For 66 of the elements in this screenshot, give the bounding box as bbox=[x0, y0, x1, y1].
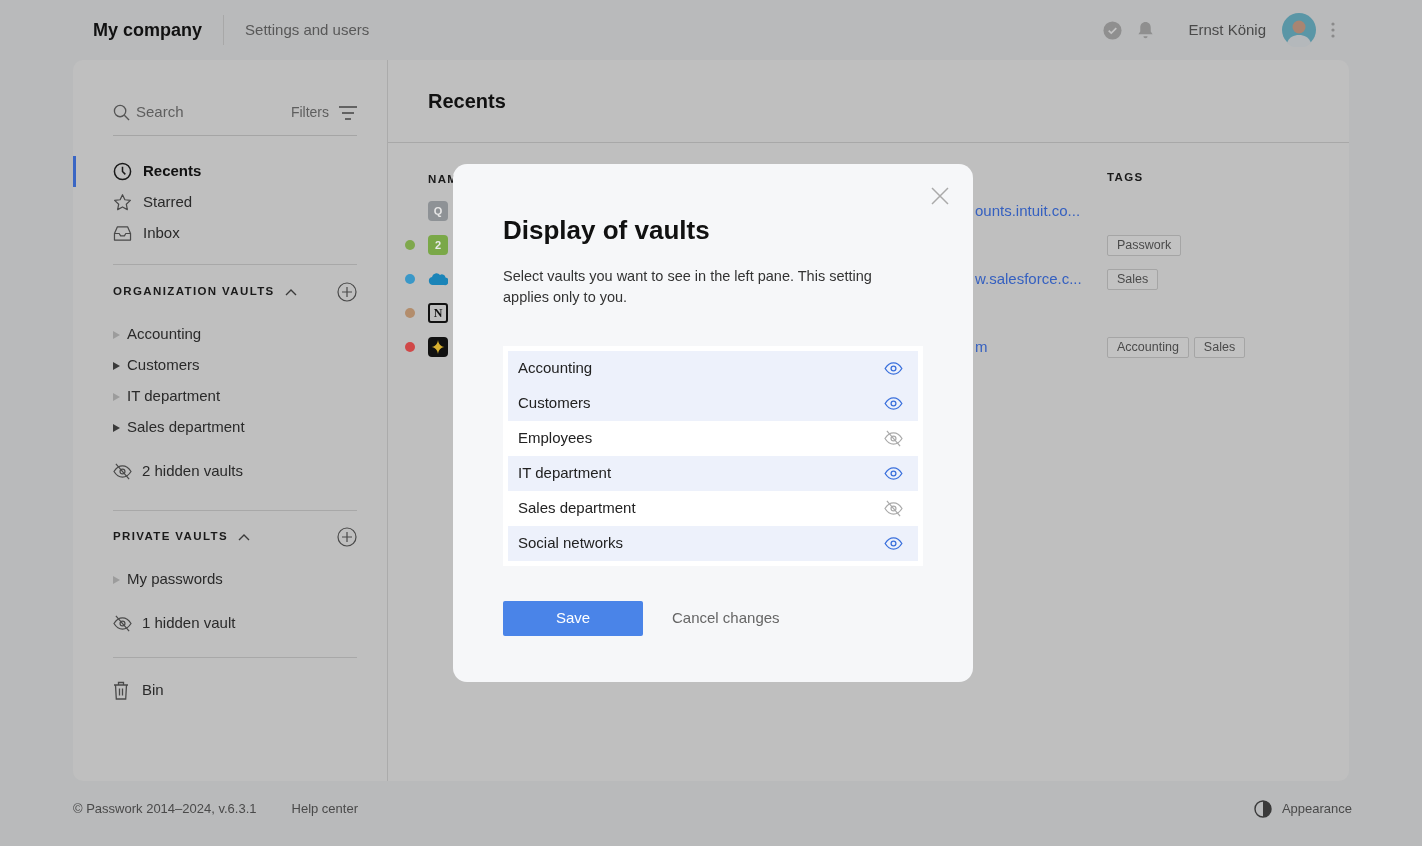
nav-item[interactable]: Inbox bbox=[73, 218, 357, 249]
app-icon: 2 bbox=[428, 235, 448, 255]
filters-button[interactable]: Filters bbox=[290, 102, 357, 123]
eye-icon[interactable] bbox=[884, 362, 903, 375]
user-name[interactable]: Ernst König bbox=[1188, 18, 1266, 42]
section-heading: PRIVATE VAULTS bbox=[113, 529, 228, 545]
chevron-up-icon[interactable] bbox=[284, 288, 297, 296]
vault-row[interactable]: Social networks bbox=[508, 526, 918, 561]
filter-icon bbox=[339, 105, 357, 120]
column-header: TAGS bbox=[1107, 170, 1144, 186]
tag[interactable]: Passwork bbox=[1107, 234, 1182, 256]
nav-item[interactable]: Recents bbox=[73, 156, 357, 187]
vault-item[interactable]: Accounting bbox=[113, 319, 357, 350]
app-icon: N bbox=[428, 303, 448, 323]
hidden-eye-icon[interactable] bbox=[113, 615, 132, 632]
expand-arrow-icon bbox=[113, 361, 120, 370]
vault-row[interactable]: Customers bbox=[508, 386, 918, 421]
dialog-description: Select vaults you want to see in the left pane. This setting applies only to you. bbox=[503, 267, 873, 307]
sparkle-icon bbox=[428, 337, 448, 357]
inbox-icon bbox=[113, 225, 132, 242]
add-icon[interactable] bbox=[337, 527, 357, 547]
expand-arrow-icon bbox=[113, 392, 120, 401]
add-icon[interactable] bbox=[337, 282, 357, 302]
vault-row[interactable]: Accounting bbox=[508, 351, 918, 386]
help-link[interactable]: Help center bbox=[291, 799, 358, 819]
trash-icon bbox=[113, 681, 129, 700]
save-button[interactable]: Save bbox=[503, 601, 643, 636]
hidden-vaults-link[interactable]: 1 hidden vault bbox=[113, 608, 357, 639]
eye-icon[interactable] bbox=[884, 397, 903, 410]
appearance-button[interactable]: Appearance bbox=[1253, 799, 1352, 819]
vault-item[interactable]: IT department bbox=[113, 381, 357, 412]
vault-item[interactable]: Customers bbox=[113, 350, 357, 381]
star-icon bbox=[113, 193, 132, 212]
tag[interactable]: Sales bbox=[1193, 336, 1246, 358]
vault-item[interactable]: Sales department bbox=[113, 412, 357, 443]
expand-arrow-icon bbox=[113, 575, 120, 584]
chevron-up-icon[interactable] bbox=[237, 533, 250, 541]
expand-arrow-icon bbox=[113, 423, 120, 432]
hidden-eye-icon[interactable] bbox=[884, 430, 903, 447]
eye-icon[interactable] bbox=[884, 467, 903, 480]
tag[interactable]: Sales bbox=[1107, 268, 1159, 290]
dialog-title: Display of vaults bbox=[503, 214, 711, 247]
close-icon[interactable] bbox=[931, 187, 949, 205]
hidden-eye-icon[interactable] bbox=[113, 463, 132, 480]
eye-icon[interactable] bbox=[884, 537, 903, 550]
check-circle-icon[interactable] bbox=[1103, 20, 1123, 40]
clock-icon bbox=[113, 162, 132, 181]
nav-item[interactable]: Starred bbox=[73, 187, 357, 218]
expand-arrow-icon bbox=[113, 330, 120, 339]
search-icon bbox=[113, 104, 130, 121]
page-title: Recents bbox=[428, 89, 506, 114]
tag[interactable]: Accounting bbox=[1107, 336, 1189, 358]
settings-link[interactable]: Settings and users bbox=[245, 18, 370, 42]
copyright-text: © Passwork 2014–2024, v.6.3.1 bbox=[73, 800, 257, 819]
search-field[interactable]: Search bbox=[136, 101, 256, 124]
cancel-button[interactable]: Cancel changes bbox=[672, 607, 780, 630]
bin-item[interactable]: Bin bbox=[113, 675, 357, 706]
vault-row[interactable]: IT department bbox=[508, 456, 918, 491]
contrast-icon bbox=[1253, 800, 1272, 818]
vault-item[interactable]: My passwords bbox=[113, 564, 357, 595]
hidden-vaults-link[interactable]: 2 hidden vaults bbox=[113, 456, 357, 487]
company-name: My company bbox=[93, 18, 203, 42]
cloud-icon bbox=[428, 272, 448, 286]
section-heading: ORGANIZATION VAULTS bbox=[113, 284, 275, 300]
hidden-eye-icon[interactable] bbox=[884, 500, 903, 517]
app-icon: Q bbox=[428, 201, 448, 221]
